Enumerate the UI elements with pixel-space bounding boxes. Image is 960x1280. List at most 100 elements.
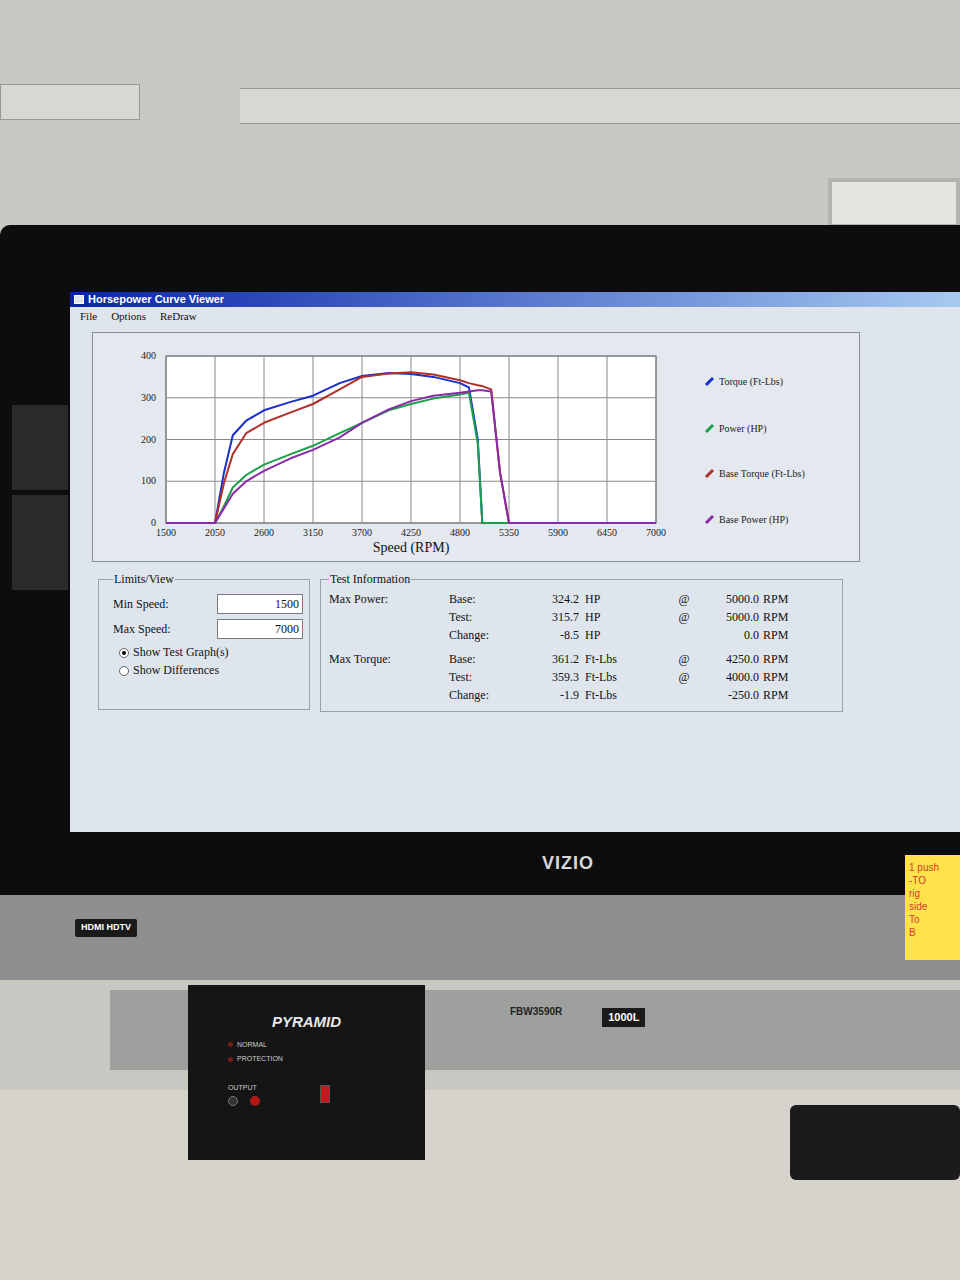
title-bar: Horsepower Curve Viewer: [70, 292, 960, 307]
row-at: @: [675, 668, 693, 686]
plot-area: [166, 356, 656, 523]
output-terminals: OUTPUT: [228, 1083, 260, 1107]
legend-label: Power (HP): [719, 423, 767, 435]
radio-dot: [122, 651, 126, 655]
grid-line: [607, 356, 608, 523]
row-value: -1.9: [521, 686, 579, 704]
psu-light: PROTECTION: [228, 1054, 425, 1065]
group-title: Test Information: [329, 570, 411, 588]
legend-label: Base Torque (Ft-Lbs): [719, 468, 805, 480]
row-rpm-unit: RPM: [759, 668, 803, 686]
rail-length: 1000L: [602, 1008, 645, 1027]
light-label: NORMAL: [237, 1040, 267, 1051]
speed-field: Min Speed:: [113, 594, 303, 614]
screen: Horsepower Curve ViewerFile Options ReDraw…: [70, 292, 960, 832]
radio-option[interactable]: Show Differences: [119, 663, 303, 678]
menu-item[interactable]: Options: [111, 308, 146, 324]
power-supply: PYRAMIDNORMALPROTECTIONOUTPUT: [188, 985, 425, 1160]
x-tick-label: 3700: [352, 527, 372, 538]
note-line: side: [909, 900, 960, 913]
x-tick-label: 2600: [254, 527, 274, 538]
row-rpm: -250.0: [693, 686, 759, 704]
grid-line: [313, 356, 314, 523]
grid-line: [264, 356, 265, 523]
grid-line: [509, 356, 510, 523]
row-value: 359.3: [521, 668, 579, 686]
row-name: Change:: [449, 686, 521, 704]
speed-input[interactable]: [217, 594, 303, 614]
info-section: Max Torque:Base:361.2Ft-Lbs@4250.0RPMTes…: [329, 650, 842, 704]
x-tick-label: 5900: [548, 527, 568, 538]
bezel-bottom: VIZIO: [0, 832, 960, 895]
power-switch[interactable]: [320, 1085, 330, 1103]
rail-model: FBW3590R: [510, 1004, 562, 1019]
series-line: [166, 373, 656, 523]
row-unit: Ft-Lbs: [579, 668, 675, 686]
light-label: PROTECTION: [237, 1054, 283, 1065]
radio-button[interactable]: [119, 648, 129, 658]
grid-line: [215, 356, 216, 523]
grid-line: [166, 356, 167, 523]
indicator-light: [228, 1042, 233, 1047]
row-value: 324.2: [521, 590, 579, 608]
note-line: B: [909, 926, 960, 939]
note-line: rig: [909, 887, 960, 900]
section-label: Max Torque:: [329, 650, 449, 668]
radio-button[interactable]: [119, 666, 129, 676]
row-rpm-unit: RPM: [759, 590, 803, 608]
row-at: [675, 626, 693, 644]
info-section: Max Power:Base:324.2HP@5000.0RPMTest:315…: [329, 590, 842, 644]
terminal-red: [250, 1096, 260, 1106]
note-line: 1 push: [909, 861, 960, 874]
app-icon: [74, 295, 84, 304]
x-tick-label: 7000: [646, 527, 666, 538]
menu-item[interactable]: ReDraw: [160, 308, 197, 324]
series-line: [166, 393, 656, 523]
row-value: -8.5: [521, 626, 579, 644]
y-tick-label: 100: [141, 475, 156, 486]
terminal-black: [228, 1096, 238, 1106]
output-label: OUTPUT: [228, 1083, 257, 1094]
row-value: 361.2: [521, 650, 579, 668]
limits-group: Limits/ViewMin Speed:Max Speed:Show Test…: [98, 570, 310, 710]
speed-input[interactable]: [217, 619, 303, 639]
row-unit: HP: [579, 626, 675, 644]
row-rpm: 5000.0: [693, 590, 759, 608]
speed-field: Max Speed:: [113, 619, 303, 639]
window-title: Horsepower Curve Viewer: [88, 292, 224, 307]
keyboard: [790, 1105, 960, 1180]
x-tick-label: 1500: [156, 527, 176, 538]
x-axis-title: Speed (RPM): [373, 540, 450, 556]
grid-line: [558, 356, 559, 523]
wall-bracket: [0, 84, 140, 120]
note-line: To: [909, 913, 960, 926]
row-unit: HP: [579, 590, 675, 608]
menu-item[interactable]: File: [80, 308, 97, 324]
row-rpm: 4000.0: [693, 668, 759, 686]
grid-line: [656, 356, 657, 523]
x-tick-label: 4250: [401, 527, 421, 538]
velcro-strip: [12, 405, 68, 490]
row-name: Base:: [449, 590, 521, 608]
speaker-grille: HDMI HDTV: [0, 895, 960, 980]
chart-frame: 4003002001000150020502600315037004250480…: [92, 332, 860, 562]
x-tick-label: 5350: [499, 527, 519, 538]
legend-label: Base Power (HP): [719, 514, 788, 526]
y-tick-label: 400: [141, 350, 156, 361]
row-value: 315.7: [521, 608, 579, 626]
spacer: [329, 608, 449, 626]
radio-option[interactable]: Show Test Graph(s): [119, 645, 303, 660]
row-rpm: 0.0: [693, 626, 759, 644]
brand-logo: VIZIO: [542, 850, 594, 877]
monitor: Horsepower Curve ViewerFile Options ReDraw…: [0, 225, 960, 980]
row-rpm-unit: RPM: [759, 626, 803, 644]
row-at: @: [675, 650, 693, 668]
row-unit: Ft-Lbs: [579, 650, 675, 668]
field-label: Min Speed:: [113, 595, 217, 613]
psu-light: NORMAL: [228, 1040, 425, 1051]
sticky-note: 1 push-TOrigsideToB: [905, 855, 960, 960]
row-at: @: [675, 608, 693, 626]
grid-line: [362, 356, 363, 523]
row-name: Base:: [449, 650, 521, 668]
chart: 4003002001000150020502600315037004250480…: [93, 333, 861, 563]
